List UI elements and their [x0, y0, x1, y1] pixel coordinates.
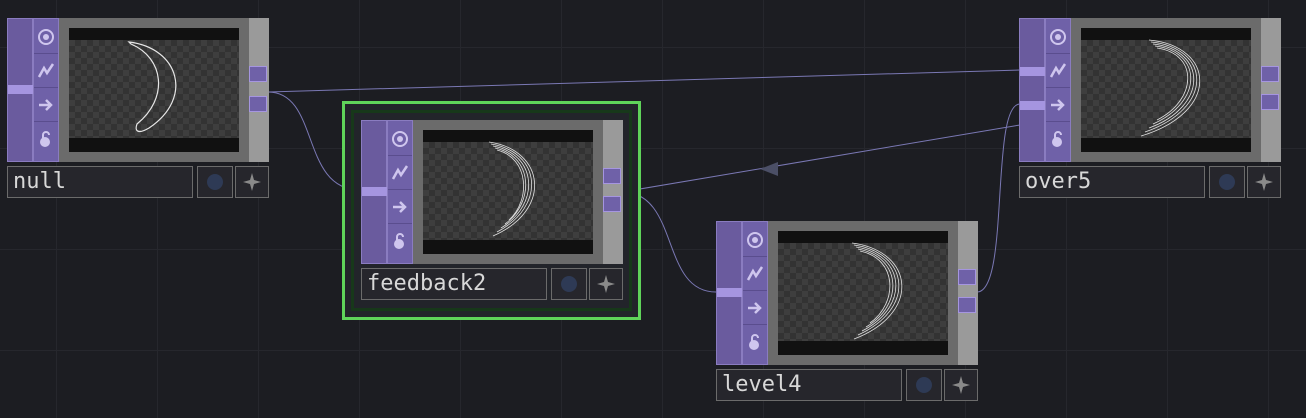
output-connector[interactable]: [249, 66, 267, 82]
viewer-frame: [413, 120, 603, 264]
display-dot-icon[interactable]: [906, 369, 942, 401]
output-connector-2[interactable]: [249, 96, 267, 112]
input-connector[interactable]: [362, 187, 388, 196]
arc-preview: [127, 41, 177, 133]
viewer-frame: [768, 221, 958, 365]
input-strip: [7, 18, 34, 162]
node-name[interactable]: over5: [1019, 166, 1205, 198]
arc-preview: [488, 141, 535, 237]
node-viewer[interactable]: [778, 231, 948, 355]
node-flag-icons: [1045, 18, 1071, 162]
output-connector[interactable]: [603, 168, 621, 184]
output-connector-2[interactable]: [603, 196, 621, 212]
input-strip: [361, 120, 388, 264]
lock-icon[interactable]: [743, 325, 767, 358]
pin-star-icon[interactable]: [1247, 166, 1281, 198]
viewer-frame: [59, 18, 249, 162]
output-connector-2[interactable]: [1261, 94, 1279, 110]
input-connector[interactable]: [8, 85, 34, 94]
viewer-toggle-icon[interactable]: [743, 223, 767, 257]
lock-icon[interactable]: [1046, 122, 1070, 155]
node-viewer[interactable]: [69, 28, 239, 152]
display-dot-icon[interactable]: [551, 268, 587, 300]
arc-preview: [851, 242, 903, 340]
node-viewer[interactable]: [423, 130, 593, 254]
cook-icon[interactable]: [388, 156, 412, 190]
output-side: [1261, 18, 1281, 162]
bypass-arrow-icon[interactable]: [34, 88, 58, 122]
bypass-arrow-icon[interactable]: [388, 190, 412, 224]
input-strip: [1019, 18, 1046, 162]
node-flag-icons: [742, 221, 768, 365]
cook-icon[interactable]: [743, 257, 767, 291]
node-flag-icons: [387, 120, 413, 264]
node-over5[interactable]: over5: [1019, 18, 1281, 200]
node-name[interactable]: feedback2: [361, 268, 547, 300]
output-side: [958, 221, 978, 365]
node-feedback2[interactable]: feedback2: [361, 120, 623, 302]
bypass-arrow-icon[interactable]: [1046, 88, 1070, 122]
lock-icon[interactable]: [34, 122, 58, 155]
viewer-toggle-icon[interactable]: [1046, 20, 1070, 54]
input-strip: [716, 221, 743, 365]
node-null[interactable]: null: [7, 18, 269, 200]
node-level4[interactable]: level4: [716, 221, 978, 403]
arrowhead-icon: [760, 162, 778, 176]
input-connector[interactable]: [1020, 67, 1046, 76]
bypass-arrow-icon[interactable]: [743, 291, 767, 325]
node-name[interactable]: level4: [716, 369, 902, 401]
node-viewer[interactable]: [1081, 28, 1251, 152]
output-connector-2[interactable]: [958, 297, 976, 313]
display-dot-icon[interactable]: [197, 166, 233, 198]
cook-icon[interactable]: [34, 54, 58, 88]
output-connector[interactable]: [958, 269, 976, 285]
lock-icon[interactable]: [388, 224, 412, 257]
wire-level-to-over: [976, 103, 1021, 293]
cook-icon[interactable]: [1046, 54, 1070, 88]
arc-preview: [1140, 39, 1200, 137]
output-side: [249, 18, 269, 162]
input-connector[interactable]: [717, 288, 743, 297]
output-side: [603, 120, 623, 264]
wire-over-to-feedback: [621, 124, 1021, 193]
node-name[interactable]: null: [7, 166, 193, 198]
viewer-toggle-icon[interactable]: [34, 20, 58, 54]
pin-star-icon[interactable]: [235, 166, 269, 198]
output-connector[interactable]: [1261, 66, 1279, 82]
display-dot-icon[interactable]: [1209, 166, 1245, 198]
pin-star-icon[interactable]: [589, 268, 623, 300]
wire-null-to-over: [267, 69, 1021, 93]
node-flag-icons: [33, 18, 59, 162]
viewer-toggle-icon[interactable]: [388, 122, 412, 156]
input-connector-2[interactable]: [1020, 101, 1046, 110]
viewer-frame: [1071, 18, 1261, 162]
pin-star-icon[interactable]: [944, 369, 978, 401]
